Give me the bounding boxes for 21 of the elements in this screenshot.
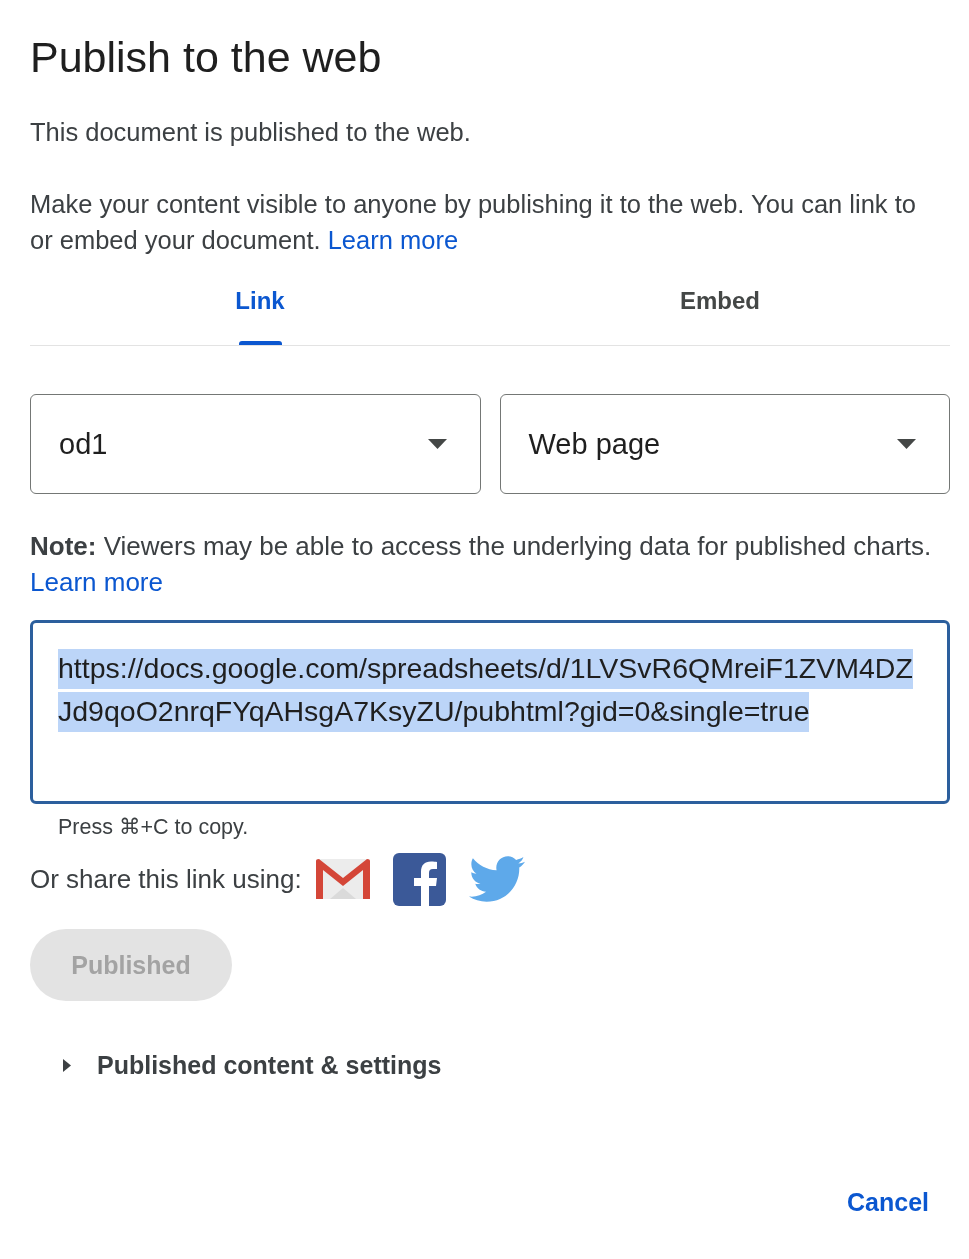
learn-more-link[interactable]: Learn more [30,564,163,600]
dropdown[interactable]: od1 [30,394,481,494]
dialog-title: Publish to the web [30,33,382,81]
settings-expander[interactable]: Published content & settings [63,1047,442,1083]
mail-icon[interactable] [315,859,370,899]
description-text: Make your content visible to anyone by publishing it to the web. You can link to or embed your document. Learn more [30,189,917,256]
tab[interactable]: Link [30,262,490,345]
tab[interactable]: Embed [490,262,950,345]
expand-triangle-icon [63,1058,71,1072]
bird-icon[interactable] [468,856,525,902]
dropdown-caret-icon [427,439,447,449]
dropdown[interactable]: Web page [499,394,950,494]
copy-hint-text: Press ⌘+C to copy. [58,814,249,841]
facebook-icon[interactable] [392,852,446,906]
url-field[interactable]: https://docs.google.com/spreadsheets/d/1LVSvR6QMreiF1ZVM4DZJd9qoO2nrqFYqAHsgA7KsyZU/pubhtml?gid=0&single=true [30,620,950,804]
publish-status-text: This document is published to the web. [30,117,471,148]
share-label: Or share this link using: [30,863,302,895]
cancel-button[interactable]: Cancel [847,1185,929,1219]
learn-more-link[interactable]: Learn more [327,226,459,254]
note-text: Note: Viewers may be able to access the underlying data for published charts. Learn more [30,528,950,600]
dropdown-caret-icon [897,439,916,449]
